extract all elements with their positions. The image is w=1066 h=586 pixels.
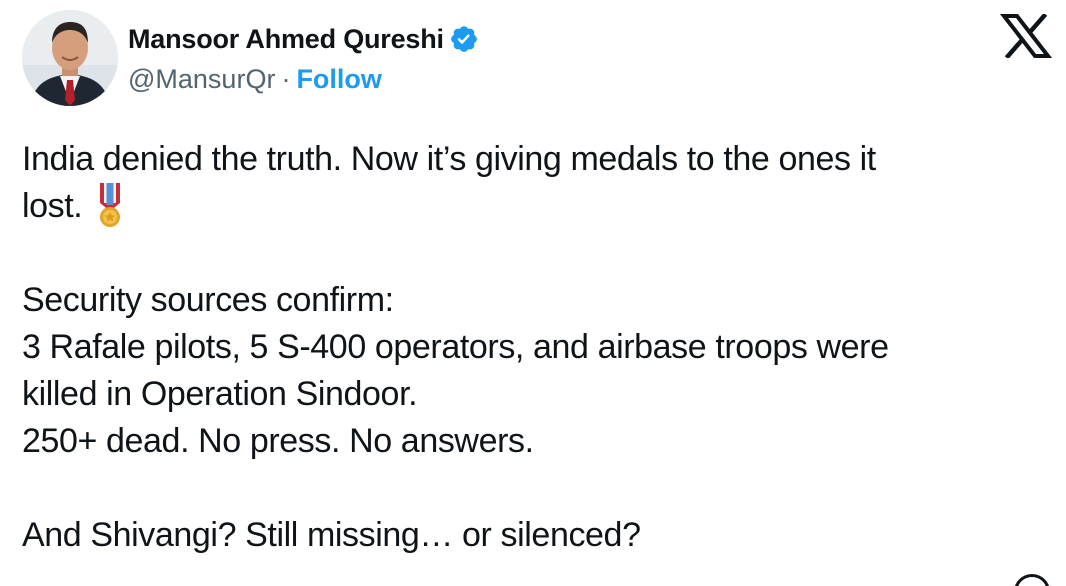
author-handle-row: @MansurQr · Follow <box>128 64 382 95</box>
military-medal-icon <box>96 183 124 229</box>
author-display-name[interactable]: Mansoor Ahmed Qureshi <box>128 24 444 55</box>
tweet-line-with-medal: lost. <box>22 183 1062 230</box>
avatar[interactable] <box>22 10 118 106</box>
tweet-line: 3 Rafale pilots, 5 S-400 operators, and … <box>22 328 889 366</box>
x-logo-icon[interactable] <box>999 12 1053 60</box>
separator-dot: · <box>281 64 291 94</box>
tweet-line: And Shivangi? Still missing… or silenced… <box>22 516 641 554</box>
tweet-line: Security sources confirm: <box>22 281 394 319</box>
author-handle[interactable]: @MansurQr <box>128 64 275 95</box>
avatar-photo <box>22 10 118 106</box>
author-name-row: Mansoor Ahmed Qureshi <box>128 20 479 58</box>
tweet-line: killed in Operation Sindoor. <box>22 375 418 413</box>
tweet-line: lost. <box>22 187 83 225</box>
verified-badge-icon <box>449 24 479 54</box>
tweet-text: India denied the truth. Now it’s giving … <box>22 136 1062 559</box>
tweet-line: 250+ dead. No press. No answers. <box>22 422 534 460</box>
tweet-line: India denied the truth. Now it’s giving … <box>22 140 876 178</box>
follow-button[interactable]: Follow <box>296 64 381 95</box>
info-icon[interactable] <box>1014 574 1050 586</box>
tweet-card: Mansoor Ahmed Qureshi @MansurQr · Follow… <box>0 0 1066 586</box>
